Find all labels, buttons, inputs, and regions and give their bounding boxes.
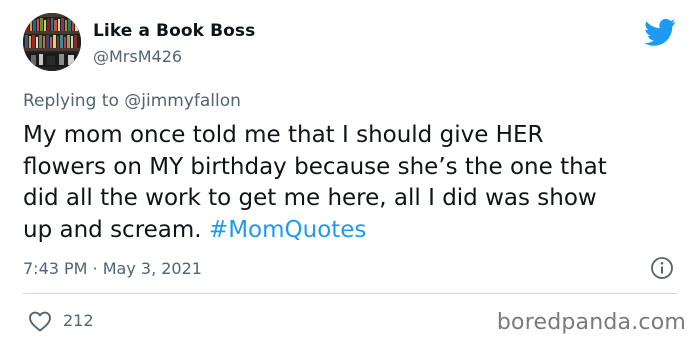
- divider: [23, 293, 677, 294]
- twitter-bird-icon[interactable]: [644, 18, 676, 46]
- watermark: boredpanda.com: [496, 310, 686, 335]
- hashtag-link[interactable]: #MomQuotes: [209, 217, 367, 243]
- reply-context: Replying to @jimmyfallon: [23, 91, 241, 111]
- info-icon[interactable]: [650, 256, 674, 280]
- tweet-text: My mom once told me that I should give H…: [23, 120, 683, 246]
- reply-mention-link[interactable]: @jimmyfallon: [124, 91, 241, 111]
- bookshelf-avatar-icon: [23, 13, 81, 71]
- tweet-card: Like a Book Boss @MrsM426 Replying to @j…: [0, 0, 700, 347]
- reply-prefix: Replying to: [23, 91, 125, 111]
- author-display-name[interactable]: Like a Book Boss: [93, 21, 255, 41]
- heart-icon[interactable]: [28, 310, 52, 332]
- like-count[interactable]: 212: [63, 311, 94, 330]
- tweet-timestamp[interactable]: 7:43 PM · May 3, 2021: [23, 259, 202, 278]
- author-handle[interactable]: @MrsM426: [93, 47, 182, 66]
- avatar[interactable]: [23, 13, 81, 71]
